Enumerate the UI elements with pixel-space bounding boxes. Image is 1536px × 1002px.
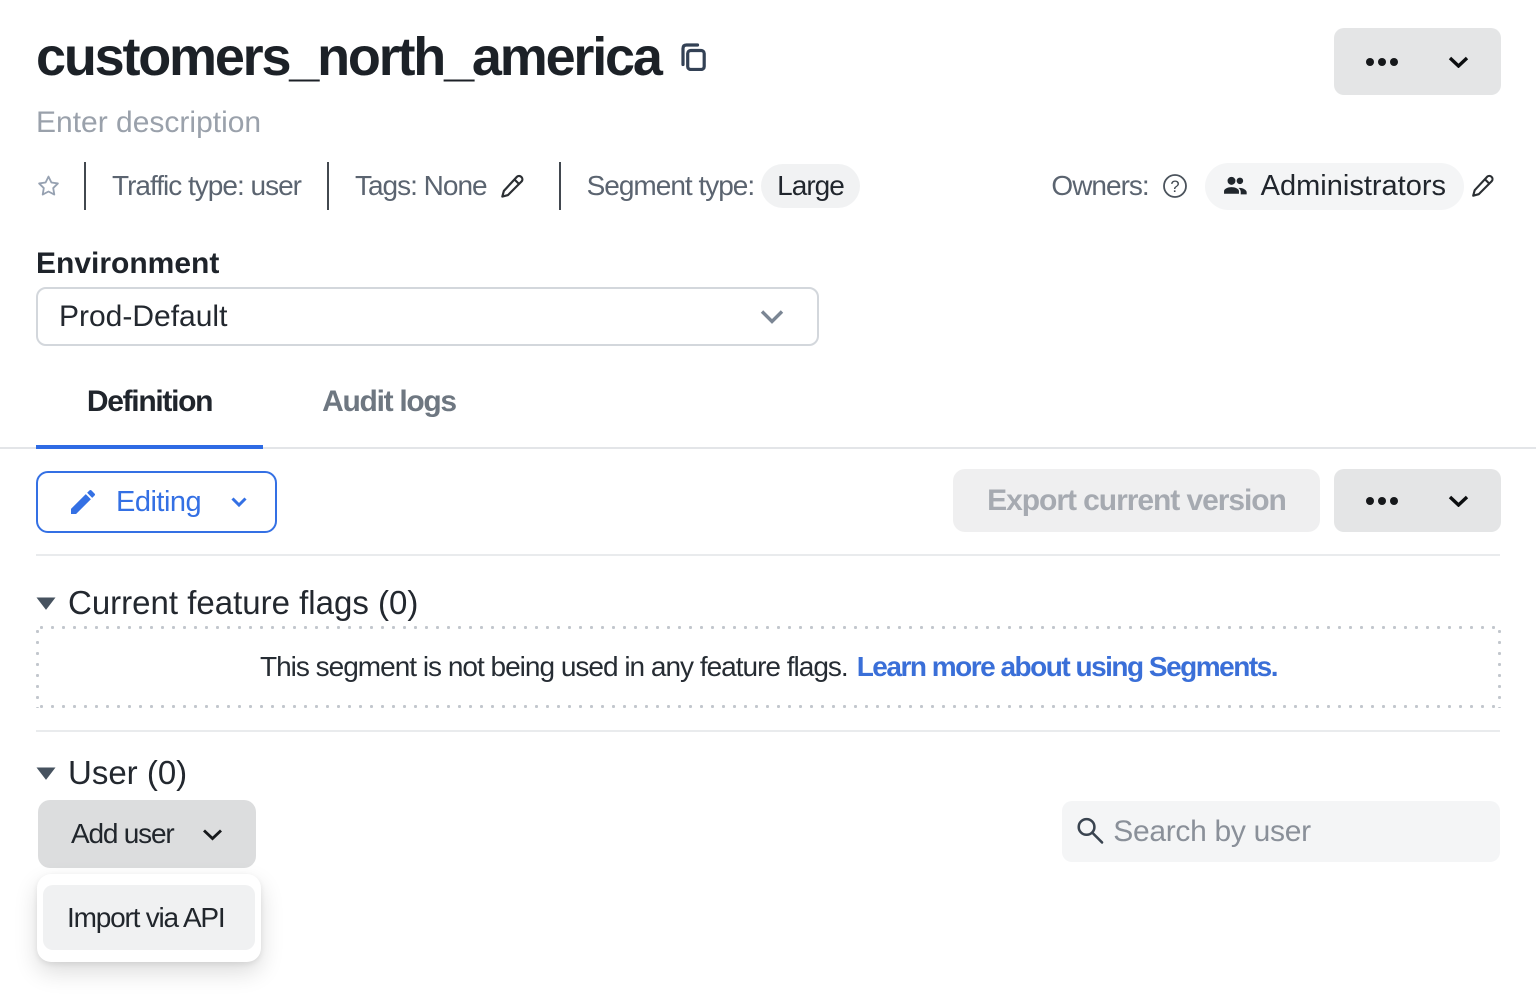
svg-text:?: ? [1170, 178, 1179, 196]
